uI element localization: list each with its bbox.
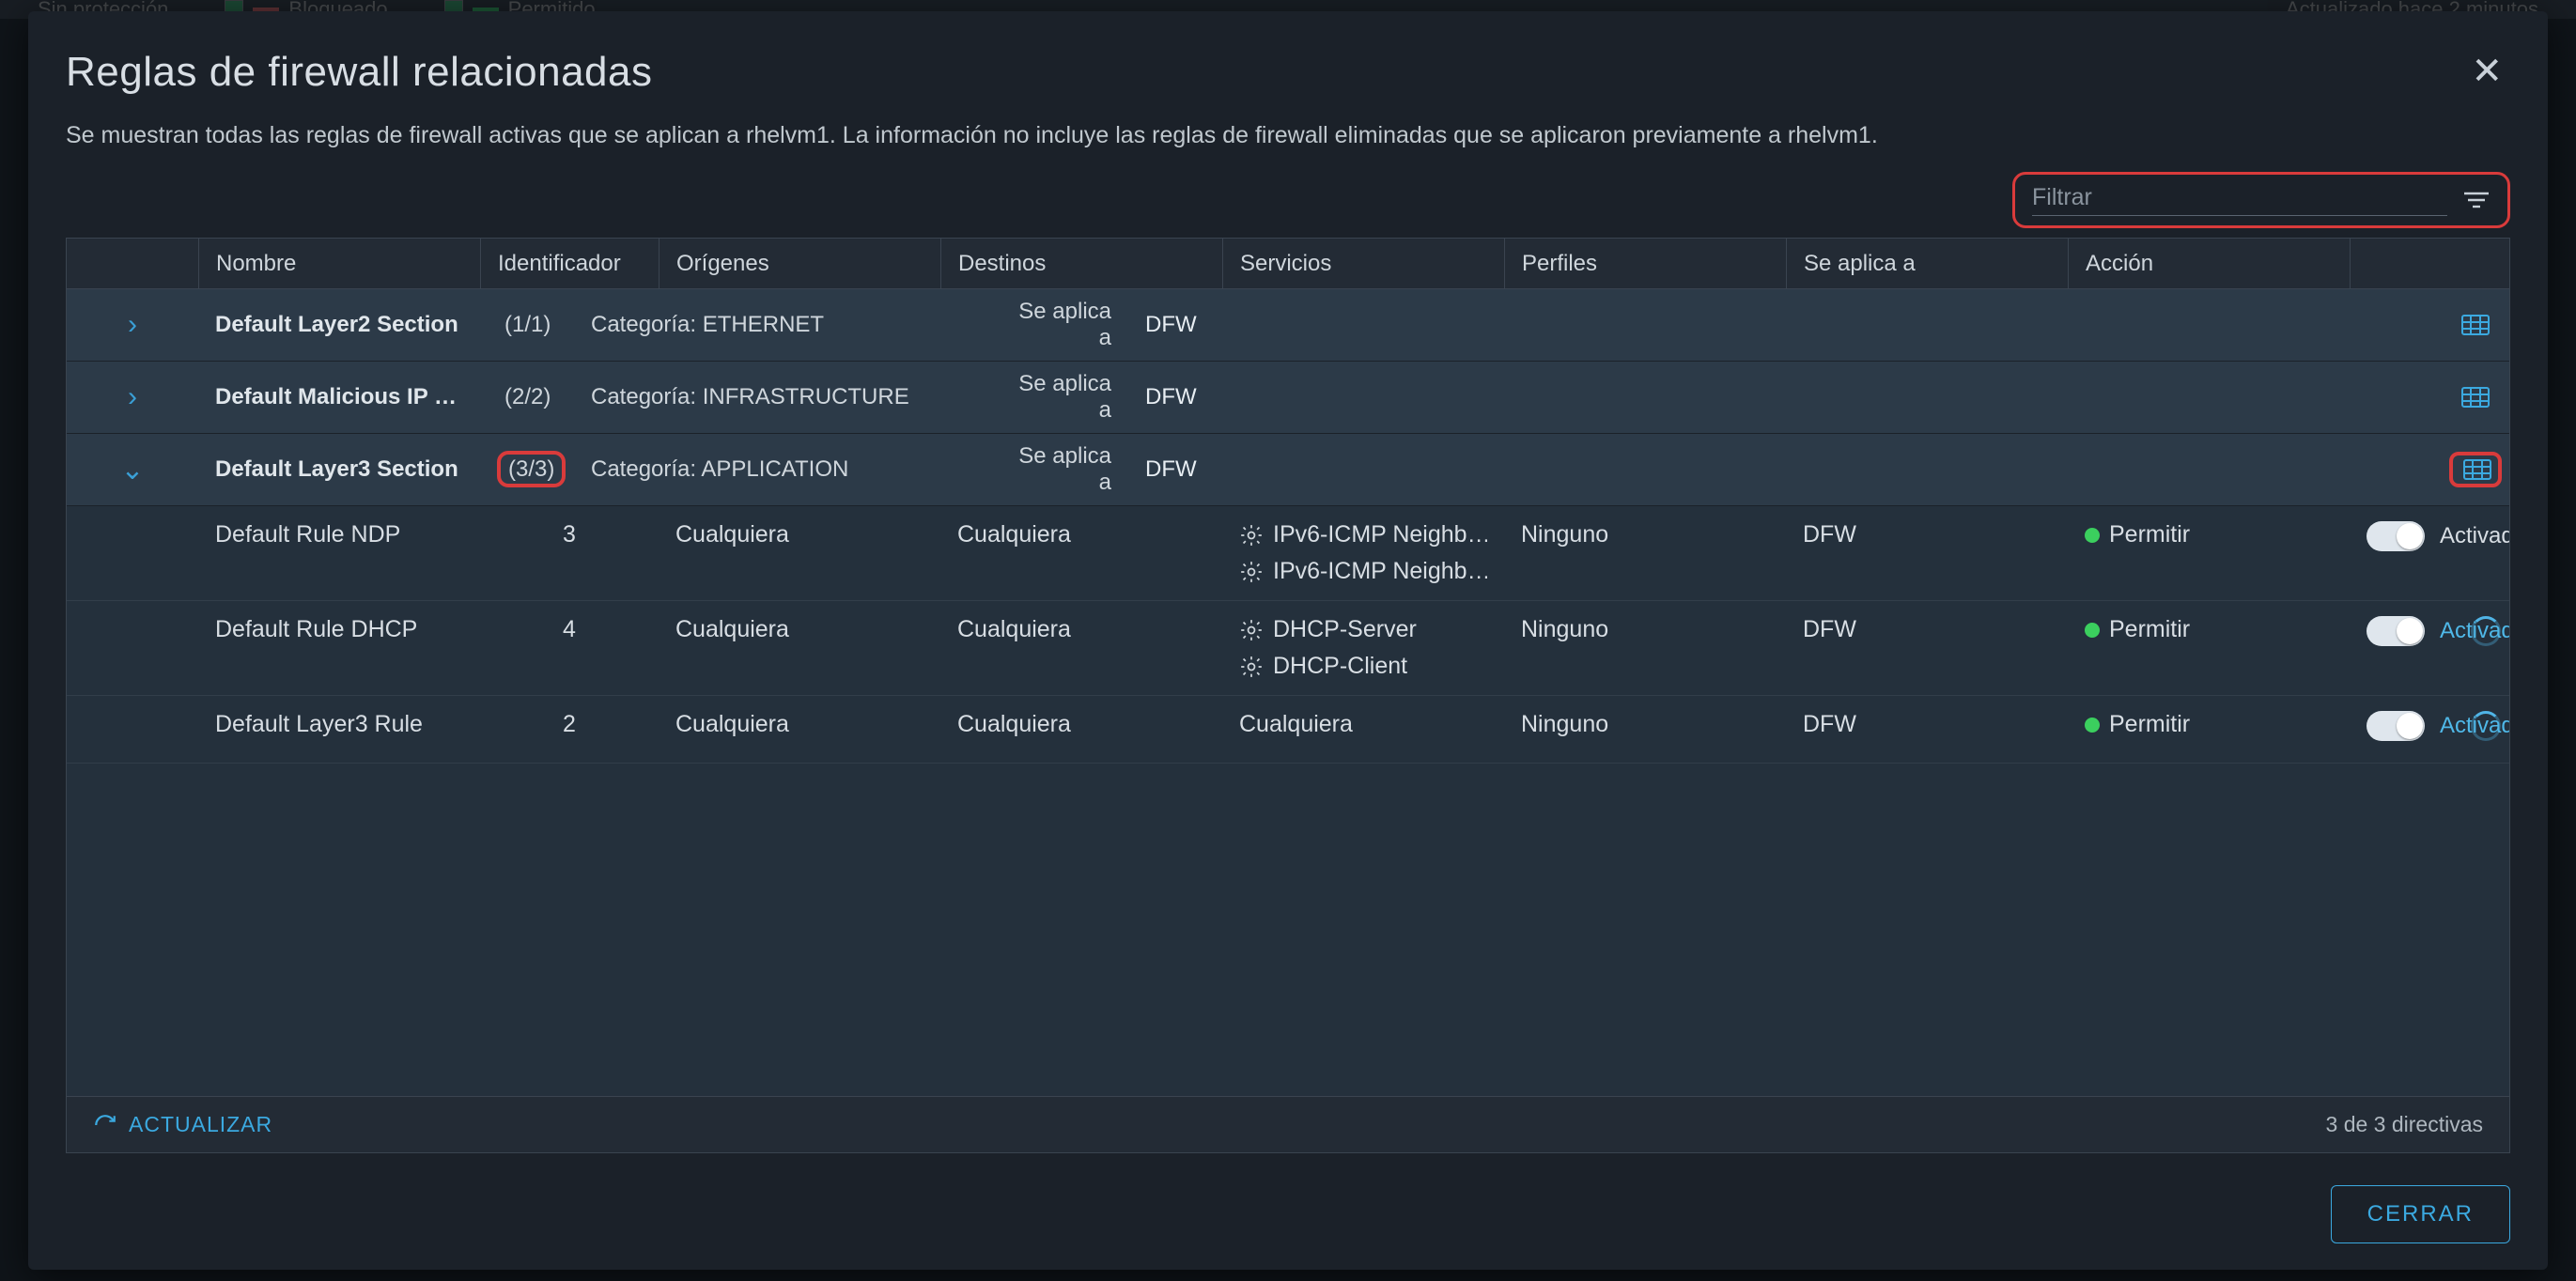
- grid-icon[interactable]: [2449, 452, 2502, 487]
- rule-profiles: Ninguno: [1504, 616, 1786, 643]
- rule-toggle[interactable]: [2367, 711, 2425, 741]
- section-applies-to-label: Se aplica a: [987, 443, 1128, 496]
- section-category: Categoría: INFRASTRUCTURE: [574, 384, 987, 410]
- status-dot-icon: [2085, 528, 2100, 543]
- service-item: IPv6-ICMP Neighb…: [1239, 521, 1487, 548]
- col-destinations: Destinos: [940, 239, 1222, 288]
- section-name: Default Layer3 Section: [198, 456, 480, 483]
- rule-action: Permitir: [2068, 521, 2350, 548]
- filter-input[interactable]: [2032, 184, 2447, 211]
- section-count: (2/2): [497, 382, 558, 411]
- grid-icon[interactable]: [2457, 315, 2509, 335]
- section-name: Default Malicious IP Block…: [198, 384, 480, 410]
- rule-applies-to: DFW: [1786, 521, 2068, 548]
- chevron-right-icon[interactable]: ›: [67, 309, 198, 341]
- col-id: Identificador: [480, 239, 659, 288]
- gear-icon: [1239, 618, 1264, 642]
- section-row[interactable]: ⌄Default Layer3 Section (3/3) Categoría: A…: [67, 434, 2509, 506]
- refresh-label: ACTUALIZAR: [129, 1112, 272, 1137]
- col-sources: Orígenes: [659, 239, 940, 288]
- service-item: Cualquiera: [1239, 711, 1487, 738]
- rule-profiles: Ninguno: [1504, 711, 1786, 738]
- rule-row: Default Rule DHCP4CualquieraCualquieraDH…: [67, 601, 2509, 696]
- section-category: Categoría: APPLICATION: [574, 456, 987, 483]
- gear-icon: [1239, 523, 1264, 548]
- refresh-button[interactable]: ACTUALIZAR: [93, 1112, 272, 1137]
- section-applies-to-value: DFW: [1128, 312, 1214, 338]
- rules-table: Nombre Identificador Orígenes Destinos S…: [66, 238, 2510, 1153]
- rule-services: IPv6-ICMP Neighb… IPv6-ICMP Neighb…: [1222, 521, 1504, 585]
- section-row[interactable]: ›Default Malicious IP Block… (2/2) Categor…: [67, 362, 2509, 434]
- close-icon[interactable]: ✕: [2463, 49, 2510, 94]
- col-services: Servicios: [1222, 239, 1504, 288]
- rule-sources: Cualquiera: [659, 521, 940, 548]
- grid-icon[interactable]: [2457, 387, 2509, 408]
- rule-applies-to: DFW: [1786, 616, 2068, 643]
- section-applies-to-label: Se aplica a: [987, 371, 1128, 424]
- section-applies-to-label: Se aplica a: [987, 299, 1128, 351]
- col-name: Nombre: [198, 239, 480, 288]
- chevron-right-icon[interactable]: ›: [67, 381, 198, 413]
- modal-title: Reglas de firewall relacionadas: [66, 49, 653, 96]
- footer-count: 3 de 3 directivas: [2326, 1112, 2483, 1137]
- gear-icon: [1239, 655, 1264, 679]
- rule-sources: Cualquiera: [659, 616, 940, 643]
- modal-description: Se muestran todas las reglas de firewall…: [66, 122, 2510, 149]
- rule-sources: Cualquiera: [659, 711, 940, 738]
- rule-action: Permitir: [2068, 616, 2350, 643]
- gear-icon: [1239, 560, 1264, 584]
- rule-services: DHCP-Server DHCP-Client: [1222, 616, 1504, 680]
- firewall-rules-modal: Reglas de firewall relacionadas ✕ Se mue…: [28, 11, 2548, 1270]
- rule-services: Cualquiera: [1222, 711, 1504, 738]
- service-item: IPv6-ICMP Neighb…: [1239, 558, 1487, 585]
- rule-id: 2: [480, 711, 659, 738]
- section-name: Default Layer2 Section: [198, 312, 480, 338]
- rule-toggle[interactable]: [2367, 521, 2425, 551]
- table-header-row: Nombre Identificador Orígenes Destinos S…: [67, 239, 2509, 289]
- rule-row: Default Rule NDP3CualquieraCualquieraIPv…: [67, 506, 2509, 601]
- close-button[interactable]: CERRAR: [2331, 1185, 2510, 1243]
- section-applies-to-value: DFW: [1128, 384, 1214, 410]
- service-item: DHCP-Client: [1239, 653, 1487, 680]
- rule-row: Default Layer3 Rule2CualquieraCualquiera…: [67, 696, 2509, 764]
- col-applies-to: Se aplica a: [1786, 239, 2068, 288]
- col-profiles: Perfiles: [1504, 239, 1786, 288]
- rule-id: 4: [480, 616, 659, 643]
- rule-id: 3: [480, 521, 659, 548]
- chevron-down-icon[interactable]: ⌄: [67, 454, 198, 486]
- rule-toggle-label: Activado: [2440, 523, 2509, 549]
- rule-name: Default Layer3 Rule: [198, 711, 480, 738]
- rule-destinations: Cualquiera: [940, 521, 1222, 548]
- service-item: DHCP-Server: [1239, 616, 1487, 643]
- rule-action: Permitir: [2068, 711, 2350, 738]
- rule-name: Default Rule NDP: [198, 521, 480, 548]
- section-count: (3/3): [497, 451, 566, 487]
- rule-toggle-label: Activado: [2440, 713, 2509, 739]
- rule-name: Default Rule DHCP: [198, 616, 480, 643]
- filter-icon[interactable]: [2462, 190, 2491, 210]
- status-dot-icon: [2085, 718, 2100, 733]
- section-applies-to-value: DFW: [1128, 456, 1214, 483]
- status-dot-icon: [2085, 623, 2100, 638]
- col-action: Acción: [2068, 239, 2350, 288]
- table-footer: ACTUALIZAR 3 de 3 directivas: [67, 1096, 2509, 1152]
- rule-profiles: Ninguno: [1504, 521, 1786, 548]
- section-category: Categoría: ETHERNET: [574, 312, 987, 338]
- rule-destinations: Cualquiera: [940, 616, 1222, 643]
- rule-destinations: Cualquiera: [940, 711, 1222, 738]
- rule-toggle-label: Activado: [2440, 618, 2509, 644]
- rule-toggle[interactable]: [2367, 616, 2425, 646]
- section-count: (1/1): [497, 310, 558, 339]
- rule-applies-to: DFW: [1786, 711, 2068, 738]
- section-row[interactable]: ›Default Layer2 Section (1/1) Categoría: E…: [67, 289, 2509, 362]
- filter-container: [2012, 172, 2510, 228]
